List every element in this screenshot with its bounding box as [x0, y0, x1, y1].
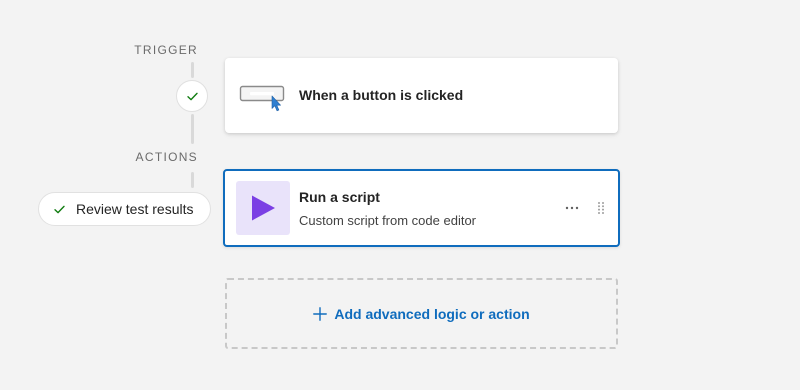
- action-subtitle: Custom script from code editor: [299, 213, 477, 228]
- run-script-action-card[interactable]: Run a script Custom script from code edi…: [223, 169, 620, 247]
- play-icon: [252, 195, 275, 221]
- flow-connector: [191, 172, 194, 188]
- trigger-title: When a button is clicked: [299, 87, 464, 103]
- trigger-section-label: TRIGGER: [134, 43, 198, 57]
- trigger-card[interactable]: When a button is clicked: [225, 58, 618, 133]
- more-options-button[interactable]: [561, 199, 583, 217]
- add-logic-or-action-label: Add advanced logic or action: [334, 305, 530, 322]
- drag-handle-icon: [598, 202, 604, 214]
- action-title: Run a script: [299, 189, 380, 205]
- add-logic-or-action-button[interactable]: Add advanced logic or action: [225, 278, 618, 349]
- actions-section-label: ACTIONS: [135, 150, 198, 164]
- script-tile: [236, 181, 290, 235]
- more-horizontal-icon: [565, 206, 579, 210]
- checkmark-icon: [53, 203, 66, 216]
- review-test-results-button[interactable]: Review test results: [38, 192, 211, 226]
- review-test-results-label: Review test results: [76, 201, 194, 217]
- drag-handle[interactable]: [594, 199, 608, 217]
- checkmark-icon: [186, 92, 198, 100]
- button-click-icon: [239, 82, 287, 117]
- trigger-status-indicator: [176, 80, 208, 112]
- flow-connector: [191, 114, 194, 144]
- flow-connector: [191, 62, 194, 78]
- plus-icon: [313, 306, 328, 321]
